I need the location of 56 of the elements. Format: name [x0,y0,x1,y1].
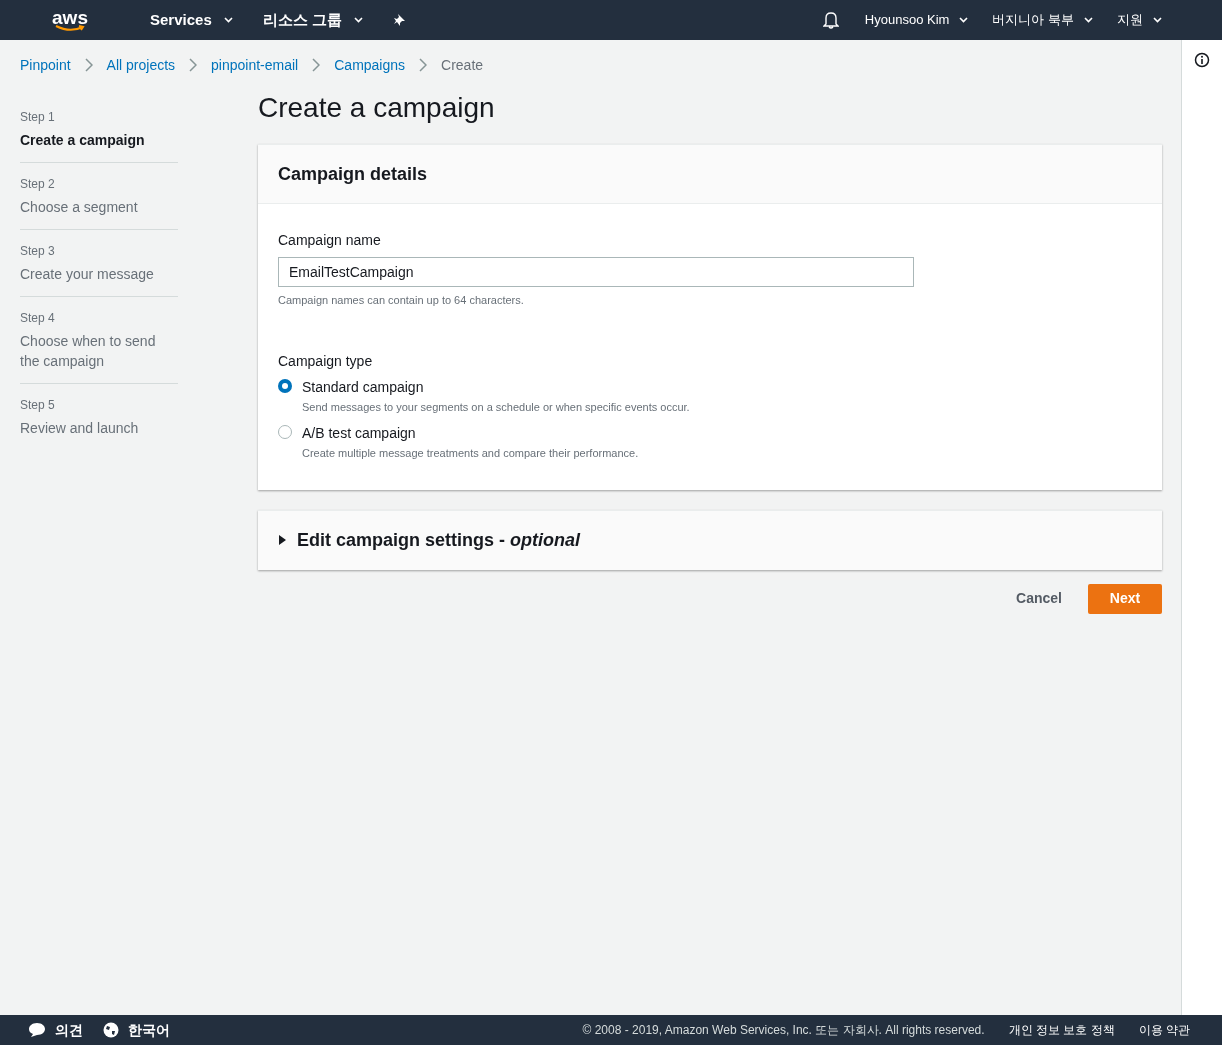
dropdown-caret-icon [1084,17,1093,23]
breadcrumb-link[interactable]: pinpoint-email [211,54,299,76]
step-link[interactable]: Review and launch [20,418,178,438]
page-title: Create a campaign [258,91,496,125]
dropdown-caret-icon [959,17,969,23]
option-description: Send messages to your segments on a schedule or when specific events occur. [302,399,690,415]
campaign-settings-panel[interactable]: Edit campaign settings - optional [258,509,1162,570]
notification-bell-icon[interactable] [822,11,839,29]
field-hint: Campaign names can contain up to 64 characters. [278,293,525,308]
nav-menu[interactable]: 리소스 그룹 [262,8,363,32]
step-link[interactable]: Choose when to send the campaign [20,331,178,371]
breadcrumb-link[interactable]: Campaigns [334,54,406,76]
option-description: Create multiple message treatments and compare their performance. [302,446,639,461]
copyright-text: © 2008 - 2019, Amazon Web Services, Inc. 또는 자회사. All rights reserved. [582,1022,985,1039]
footer-link[interactable]: 이용 약관 [1138,1021,1190,1039]
footer-button[interactable]: 한국어 [103,1019,170,1041]
step-number: Step 2 [20,176,56,193]
panel-title: Edit campaign settings - optional [297,528,581,552]
dropdown-caret-icon [353,17,363,23]
nav-menu[interactable]: Services [150,8,233,32]
chevron-right-icon [312,58,321,72]
dropdown-caret-icon [1153,17,1162,23]
radio-button[interactable] [278,425,292,439]
speech-bubble-icon [28,1022,46,1038]
field-label: Campaign type [278,351,374,371]
nav-menu[interactable]: 지원 [1117,10,1162,30]
footer-button[interactable]: 의견 [28,1019,83,1041]
breadcrumb-link[interactable]: Pinpoint [20,54,71,76]
breadcrumb-current: Create [441,55,484,75]
radio-button[interactable] [278,378,292,393]
panel-title: Campaign details [278,162,428,186]
footer-link[interactable]: 개인 정보 보호 정책 [1008,1021,1115,1039]
step-link[interactable]: Choose a segment [20,197,178,217]
breadcrumb-link[interactable]: All projects [106,54,176,76]
nav-menu[interactable]: 버지니아 북부 [992,10,1093,30]
step-number: Step 3 [20,243,56,260]
chevron-right-icon [84,58,93,72]
step-number: Step 5 [20,397,56,414]
step-number: Step 4 [20,310,56,327]
dropdown-caret-icon [223,17,233,23]
aws-logo[interactable]: aws [52,8,88,32]
chevron-right-icon [419,58,428,72]
radio-label[interactable]: A/B test campaign [302,423,639,444]
step-link[interactable]: Create a campaign [20,130,178,150]
nav-menu[interactable]: Hyounsoo Kim [864,10,969,30]
campaign-name-input[interactable]: EmailTestCampaign [278,257,914,287]
smile-arrow-icon [55,25,85,32]
radio-label[interactable]: Standard campaign [302,376,690,398]
chevron-right-icon [189,58,198,72]
cancel-button[interactable]: Cancel [1016,583,1062,614]
pin-icon[interactable] [392,13,407,27]
field-label: Campaign name [278,231,382,250]
info-icon[interactable] [1194,52,1210,68]
step-link[interactable]: Create your message [20,264,178,284]
globe-icon [103,1022,119,1038]
step-number: Step 1 [20,109,56,126]
